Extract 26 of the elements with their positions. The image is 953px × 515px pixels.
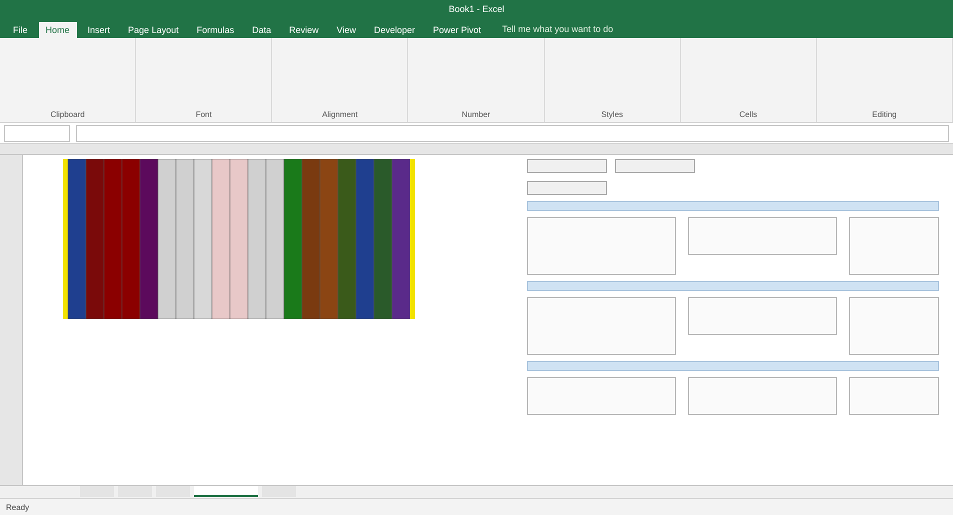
ribbon-tab[interactable]: Review bbox=[282, 22, 326, 38]
ribbon-tab[interactable]: View bbox=[330, 22, 363, 38]
ribbon-group-label: Styles bbox=[601, 110, 624, 119]
formula-field[interactable] bbox=[76, 124, 949, 142]
ribbon-tab[interactable]: Developer bbox=[367, 22, 422, 38]
ribbon-group-label: Clipboard bbox=[50, 110, 85, 119]
ribbon-group-label: Alignment bbox=[322, 110, 358, 119]
ribbon-group-label: Cells bbox=[739, 110, 758, 119]
window-title: Book1 - Excel bbox=[448, 4, 504, 14]
sheet-tab[interactable] bbox=[194, 486, 258, 497]
ribbon-group-label: Font bbox=[196, 110, 212, 119]
ribbon-tab[interactable]: Insert bbox=[80, 22, 118, 38]
ribbon-tab[interactable]: Formulas bbox=[190, 22, 242, 38]
ribbon-tab[interactable]: File bbox=[6, 22, 35, 38]
status-text: Ready bbox=[6, 502, 30, 512]
ribbon-tab[interactable]: Power Pivot bbox=[426, 22, 488, 38]
sheet-button[interactable] bbox=[527, 159, 607, 173]
name-box[interactable] bbox=[4, 124, 70, 142]
sheet-button[interactable] bbox=[615, 159, 695, 173]
sheet-button[interactable] bbox=[527, 181, 607, 195]
ribbon-tab[interactable]: Data bbox=[245, 22, 278, 38]
ribbon-group-label: Editing bbox=[872, 110, 897, 119]
ribbon-tab[interactable]: Home bbox=[38, 22, 77, 38]
tell-me-field[interactable]: Tell me what you want to do bbox=[500, 23, 654, 35]
ribbon-group-label: Number bbox=[462, 110, 490, 119]
ribbon-tab[interactable]: Page Layout bbox=[121, 22, 186, 38]
